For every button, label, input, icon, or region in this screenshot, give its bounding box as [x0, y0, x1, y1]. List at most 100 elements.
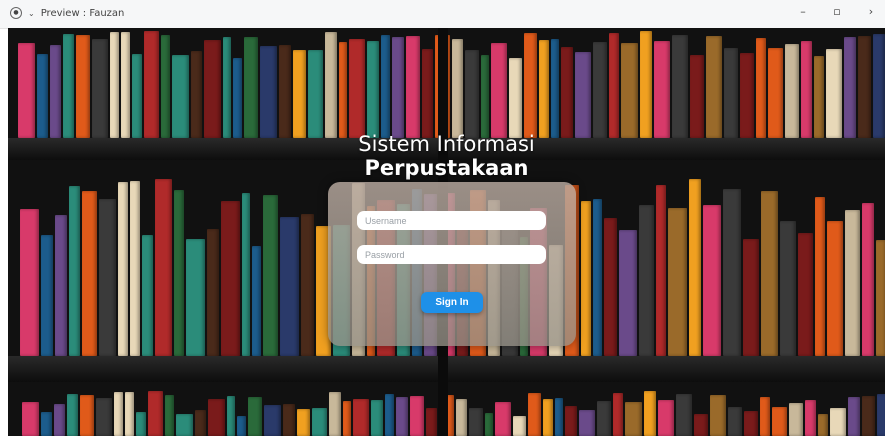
book-spine — [744, 411, 758, 436]
book-spine — [593, 199, 602, 356]
book-spine — [76, 35, 90, 138]
book-spine — [625, 402, 642, 436]
book-spine — [208, 399, 225, 436]
book-spine — [710, 395, 726, 436]
book-spine — [50, 45, 61, 138]
book-spine — [604, 218, 617, 356]
book-spine — [858, 36, 871, 138]
book-spine — [723, 189, 741, 356]
book-spine — [827, 221, 843, 356]
book-spine — [422, 49, 433, 138]
book-spine — [481, 55, 489, 138]
book-spine — [37, 54, 48, 138]
book-spine — [672, 35, 688, 138]
book-spine — [862, 203, 874, 356]
book-spine — [41, 412, 52, 436]
book-spine — [724, 48, 738, 138]
book-spine — [495, 402, 511, 436]
book-spine — [191, 51, 202, 138]
book-spine — [41, 235, 53, 356]
book-spine — [469, 408, 483, 436]
book-spine — [136, 412, 146, 436]
book-spine — [349, 39, 365, 138]
book-spine — [760, 397, 770, 436]
app-icon[interactable]: ● — [10, 7, 22, 19]
title-group: ● ⌄ Preview : Fauzan — [10, 7, 124, 19]
book-spine — [293, 50, 306, 138]
book-spine — [756, 38, 766, 138]
book-spine — [789, 403, 803, 436]
book-spine — [619, 230, 637, 356]
book-spine — [426, 408, 437, 436]
book-spine — [80, 395, 94, 436]
book-spine — [689, 179, 701, 356]
book-spine — [252, 246, 261, 356]
book-spine — [740, 53, 754, 138]
book-spine — [165, 395, 174, 436]
book-spine — [301, 214, 314, 356]
book-spine — [772, 407, 787, 436]
chevron-down-icon[interactable]: ⌄ — [28, 9, 35, 18]
book-spine — [768, 48, 783, 138]
book-spine — [597, 401, 611, 436]
book-spine — [264, 405, 281, 436]
book-spine — [644, 391, 656, 436]
book-spine — [668, 208, 687, 356]
book-spine — [848, 397, 860, 436]
sign-in-button[interactable]: Sign In — [421, 292, 483, 313]
book-spine — [248, 397, 262, 436]
book-spine — [233, 58, 242, 138]
book-spine — [186, 239, 205, 356]
book-spine — [343, 401, 351, 436]
book-spine — [260, 46, 277, 138]
book-spine — [798, 233, 813, 356]
book-spine — [144, 31, 159, 138]
book-spine — [92, 39, 108, 138]
chevron-right-icon[interactable]: › — [863, 5, 879, 18]
book-spine — [148, 391, 163, 436]
book-spine — [491, 43, 507, 138]
minimize-icon[interactable]: – — [795, 5, 811, 18]
book-spine — [279, 45, 291, 138]
page-title-line2: Perpustakaan — [364, 156, 529, 180]
book-spine — [142, 235, 153, 356]
book-spine — [195, 410, 206, 436]
book-spine — [593, 42, 607, 138]
book-spine — [371, 400, 383, 436]
book-spine — [456, 399, 467, 436]
book-spine — [509, 58, 522, 138]
book-spine — [204, 40, 221, 138]
book-spine — [452, 39, 463, 138]
book-spine — [785, 44, 799, 138]
book-spine — [99, 199, 116, 356]
book-spine — [565, 406, 577, 436]
book-spine — [176, 414, 193, 436]
book-spine — [385, 394, 394, 436]
bottom-shelf-books — [22, 388, 885, 436]
book-spine — [174, 190, 184, 356]
login-card: Sign In — [328, 182, 576, 346]
restore-icon[interactable]: ▫ — [829, 5, 845, 18]
book-spine — [640, 31, 652, 138]
book-spine — [539, 40, 549, 138]
book-spine — [485, 413, 493, 436]
page-title-line1: Sistem Informasi — [358, 132, 535, 156]
book-spine — [329, 392, 341, 436]
password-input[interactable] — [357, 245, 546, 264]
book-spine — [125, 392, 134, 436]
book-spine — [67, 394, 78, 436]
book-spine — [118, 182, 128, 356]
book-spine — [805, 400, 816, 436]
username-input[interactable] — [357, 211, 546, 230]
book-spine — [609, 33, 619, 138]
book-spine — [223, 37, 231, 138]
book-spine — [63, 34, 74, 138]
book-spine — [815, 197, 825, 356]
book-spine — [114, 392, 123, 436]
top-shelf-books — [18, 28, 885, 138]
book-spine — [244, 37, 258, 138]
book-spine — [132, 54, 142, 138]
book-spine — [465, 50, 479, 138]
book-spine — [69, 186, 80, 356]
window-titlebar: ● ⌄ Preview : Fauzan – ▫ › — [0, 0, 885, 29]
